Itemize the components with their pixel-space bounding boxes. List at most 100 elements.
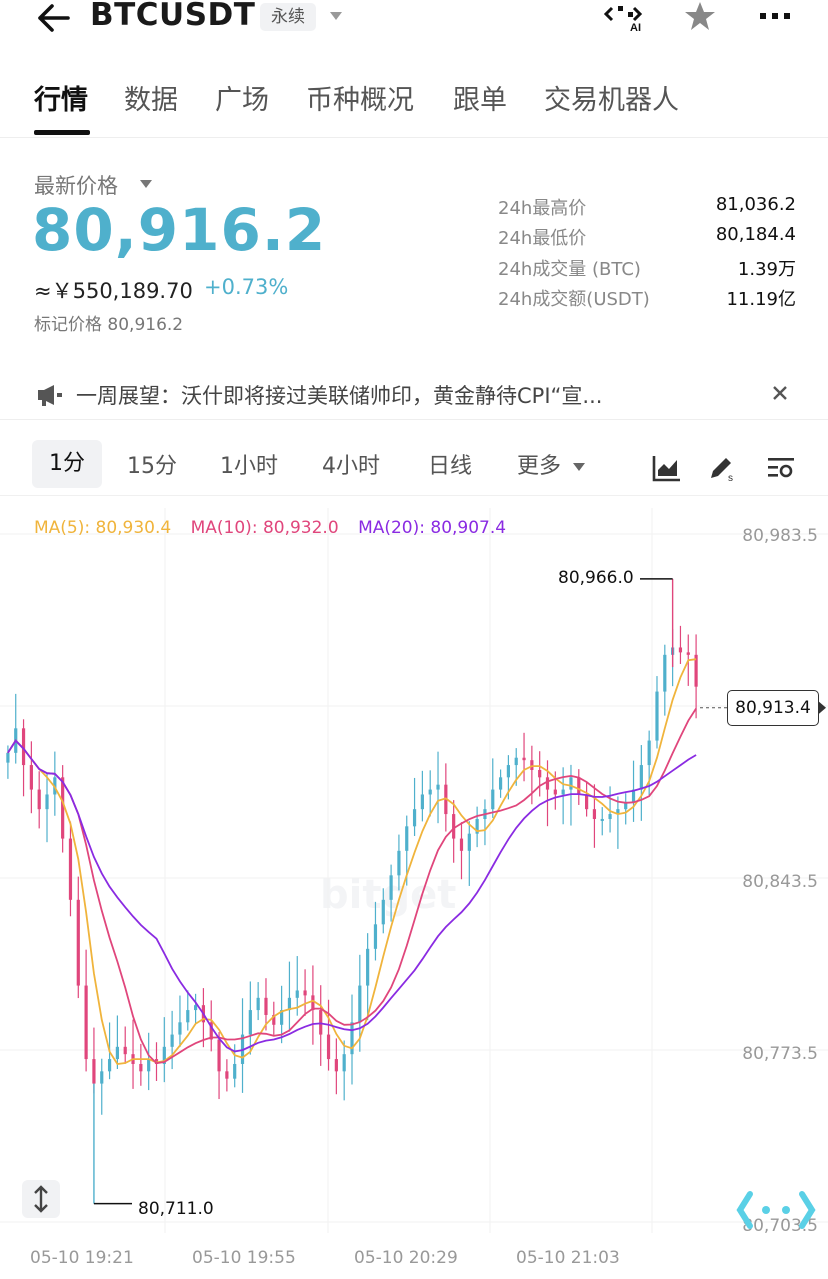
candle-down bbox=[459, 838, 464, 851]
stat-value: 1.39万 bbox=[737, 259, 796, 280]
tab-square[interactable]: 广场 bbox=[215, 78, 269, 117]
news-ticker[interactable]: 一周展望：沃什即将接过美联储帅印，黄金静待CPI“宣... bbox=[0, 368, 828, 420]
price-cny: ≈￥550,189.70 bbox=[34, 279, 193, 303]
svg-text:s: s bbox=[728, 473, 733, 482]
stat-turnover: 24h成交额(USDT) 11.19亿 bbox=[498, 285, 796, 313]
candle-up bbox=[6, 752, 10, 763]
candle-down bbox=[76, 899, 80, 986]
ma-legend: MA(5): 80,930.4 MA(10): 80,932.0 MA(20):… bbox=[34, 518, 520, 538]
stat-label: 24h最高价 bbox=[498, 198, 587, 219]
candle-up bbox=[186, 1010, 190, 1023]
candle-up bbox=[405, 826, 409, 851]
favorite-star-icon[interactable] bbox=[684, 0, 716, 32]
resize-handle-icon[interactable] bbox=[22, 1180, 60, 1218]
megaphone-icon bbox=[38, 385, 62, 406]
active-tab-indicator bbox=[34, 130, 90, 135]
tab-coin-overview[interactable]: 币种概况 bbox=[306, 78, 414, 117]
candle-down bbox=[577, 777, 581, 795]
ma10-label: MA(10): 80,932.0 bbox=[190, 518, 339, 538]
chevron-down-icon[interactable] bbox=[573, 463, 585, 472]
interval-4h[interactable]: 4小时 bbox=[322, 448, 380, 480]
assistant-bot-icon[interactable] bbox=[736, 1188, 816, 1232]
candle-down bbox=[29, 765, 33, 790]
candle-down bbox=[139, 1063, 143, 1072]
candle-up bbox=[147, 1059, 151, 1072]
y-axis-label: 80,983.5 bbox=[742, 526, 818, 546]
chevron-down-icon[interactable] bbox=[329, 10, 343, 22]
candle-down bbox=[123, 1046, 127, 1055]
high-price-label: 80,966.0 bbox=[558, 568, 634, 588]
more-options-icon[interactable] bbox=[758, 8, 792, 24]
x-axis-label: 05-10 19:21 bbox=[30, 1248, 134, 1268]
candle-up bbox=[569, 777, 573, 790]
candle-up bbox=[655, 691, 659, 741]
indicator-settings-icon[interactable] bbox=[766, 454, 796, 482]
tab-data[interactable]: 数据 bbox=[124, 78, 178, 117]
stat-low: 24h最低价 80,184.4 bbox=[498, 224, 796, 252]
tab-market[interactable]: 行情 bbox=[34, 78, 88, 117]
candle-down bbox=[553, 789, 557, 795]
candle-down bbox=[592, 809, 597, 819]
stat-high: 24h最高价 81,036.2 bbox=[498, 194, 796, 222]
candle-down bbox=[452, 814, 456, 839]
chevron-down-icon[interactable] bbox=[140, 180, 152, 189]
candlestick-chart[interactable]: bitget MA(5): 80,930.4 MA(10): 80,932.0 … bbox=[0, 508, 828, 1279]
candle-up bbox=[45, 794, 49, 810]
ma5-label: MA(5): 80,930.4 bbox=[34, 518, 172, 538]
interval-1h[interactable]: 1小时 bbox=[220, 448, 278, 480]
candle-down bbox=[61, 777, 65, 839]
candle-up bbox=[647, 740, 651, 766]
x-axis-label: 05-10 21:03 bbox=[516, 1248, 620, 1268]
ai-assistant-icon[interactable]: AI bbox=[604, 2, 648, 32]
tab-copy-trading[interactable]: 跟单 bbox=[453, 78, 507, 117]
symbol-title[interactable]: BTCUSDT bbox=[90, 0, 255, 33]
last-price: 80,916.2 bbox=[32, 196, 327, 264]
y-axis-label: 80,773.5 bbox=[742, 1044, 818, 1064]
candle-up bbox=[366, 948, 370, 986]
price-change-percent: +0.73% bbox=[204, 275, 289, 299]
interval-1m[interactable]: 1分 bbox=[32, 440, 102, 488]
candle-up bbox=[381, 899, 385, 925]
contract-type-badge[interactable]: 永续 bbox=[260, 3, 316, 31]
candle-down bbox=[319, 1010, 323, 1035]
candle-up bbox=[170, 1034, 174, 1047]
stat-value: 11.19亿 bbox=[726, 289, 796, 310]
candle-up bbox=[428, 789, 432, 795]
candle-down bbox=[538, 769, 542, 778]
candle-up bbox=[295, 990, 299, 998]
svg-text:AI: AI bbox=[630, 22, 641, 32]
candle-up bbox=[663, 654, 667, 692]
kline-svg[interactable] bbox=[0, 508, 828, 1279]
candle-up bbox=[193, 1005, 198, 1011]
drawing-tools-icon[interactable]: s bbox=[707, 454, 737, 482]
candle-up bbox=[514, 757, 518, 766]
news-headline[interactable]: 一周展望：沃什即将接过美联储帅印，黄金静待CPI“宣... bbox=[76, 380, 602, 410]
top-bar: BTCUSDT 永续 AI bbox=[0, 0, 828, 40]
stat-value: 80,184.4 bbox=[715, 224, 796, 245]
candle-down bbox=[217, 1039, 221, 1072]
mark-price: 标记价格 80,916.2 bbox=[34, 315, 184, 335]
low-price-label: 80,711.0 bbox=[138, 1199, 214, 1219]
candle-up bbox=[373, 924, 378, 949]
back-arrow-icon[interactable] bbox=[32, 2, 76, 34]
close-icon[interactable] bbox=[772, 385, 788, 401]
interval-daily[interactable]: 日线 bbox=[428, 448, 472, 480]
interval-15m[interactable]: 15分 bbox=[127, 448, 177, 480]
main-tabs: 行情 数据 广场 币种概况 跟单 交易机器人 bbox=[0, 78, 828, 138]
candle-up bbox=[467, 833, 471, 851]
candle-down bbox=[37, 789, 41, 810]
x-axis-label: 05-10 19:55 bbox=[192, 1248, 296, 1268]
interval-selector: 1分 15分 1小时 4小时 日线 更多 s bbox=[0, 436, 828, 496]
chart-type-icon[interactable] bbox=[652, 454, 682, 482]
candle-up bbox=[506, 765, 511, 778]
candle-down bbox=[264, 997, 268, 1015]
stat-value: 81,036.2 bbox=[715, 194, 796, 215]
candle-up bbox=[412, 809, 417, 827]
candle-down bbox=[68, 838, 73, 900]
candle-up bbox=[358, 985, 362, 1023]
tab-trading-bot[interactable]: 交易机器人 bbox=[544, 78, 679, 117]
last-price-arrow bbox=[819, 701, 826, 714]
interval-more[interactable]: 更多 bbox=[517, 448, 561, 480]
candle-up bbox=[561, 789, 565, 795]
candle-down bbox=[225, 1071, 229, 1079]
